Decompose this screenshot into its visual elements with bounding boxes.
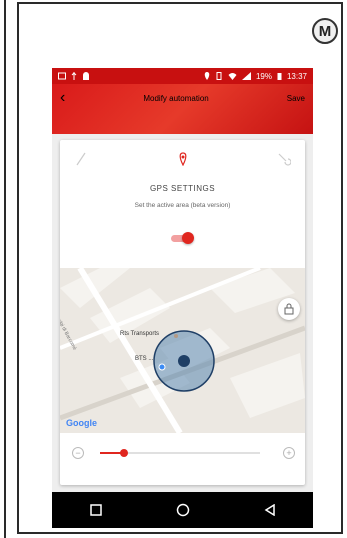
pencil-icon[interactable] [70,148,92,170]
battery-percent: 19% [255,71,272,81]
card-tabs [60,148,305,170]
usb-icon [71,72,77,80]
battery-icon [277,73,282,80]
badge-letter: M [318,22,332,40]
toggle-knob [182,232,194,244]
signal-icon [241,72,251,80]
google-logo-text: Google [66,418,97,428]
status-left [58,72,90,80]
circle-icon[interactable] [174,501,192,519]
lock-icon[interactable] [278,298,300,320]
google-logo: Google [66,418,97,428]
plus-icon[interactable]: + [283,447,295,459]
map-view[interactable]: Via Luigi di Barcomè Rts Transports BTS … [60,268,305,433]
radius-slider-row: − + [60,440,305,468]
app-title: Modify automation [143,93,209,103]
clock: 13:37 [286,71,307,81]
minus-icon[interactable]: − [72,447,84,459]
left-border [0,0,6,538]
section-title: GPS SETTINGS [149,184,216,193]
square-icon[interactable] [87,501,105,519]
automation-card: GPS SETTINGS Set the active area (beta v… [60,140,305,485]
notification-icon [58,72,66,80]
location-pin-icon[interactable] [172,148,194,170]
vibrate-icon [216,72,222,80]
status-bar: 19% 13:37 [52,68,313,84]
radius-slider[interactable] [100,449,260,457]
android-nav-bar [52,492,313,528]
gps-toggle[interactable] [171,232,194,244]
slider-knob[interactable] [120,449,128,457]
app-header: ‹ Modify automation Save [52,84,313,112]
phone-screen: 19% 13:37 ‹ Modify automation Save GPS S… [52,68,313,528]
wrench-icon[interactable] [273,148,295,170]
android-icon [83,72,89,80]
location-icon [204,72,210,80]
status-right: 19% 13:37 [204,72,307,81]
save-button[interactable]: Save [287,94,305,103]
geofence-area[interactable] [60,268,305,433]
triangle-back-icon[interactable] [261,501,279,519]
wifi-icon [228,73,237,80]
chevron-left-icon[interactable]: ‹ [60,90,65,106]
section-subtitle: Set the active area (beta version) [134,202,231,209]
letter-badge: M [312,18,338,44]
